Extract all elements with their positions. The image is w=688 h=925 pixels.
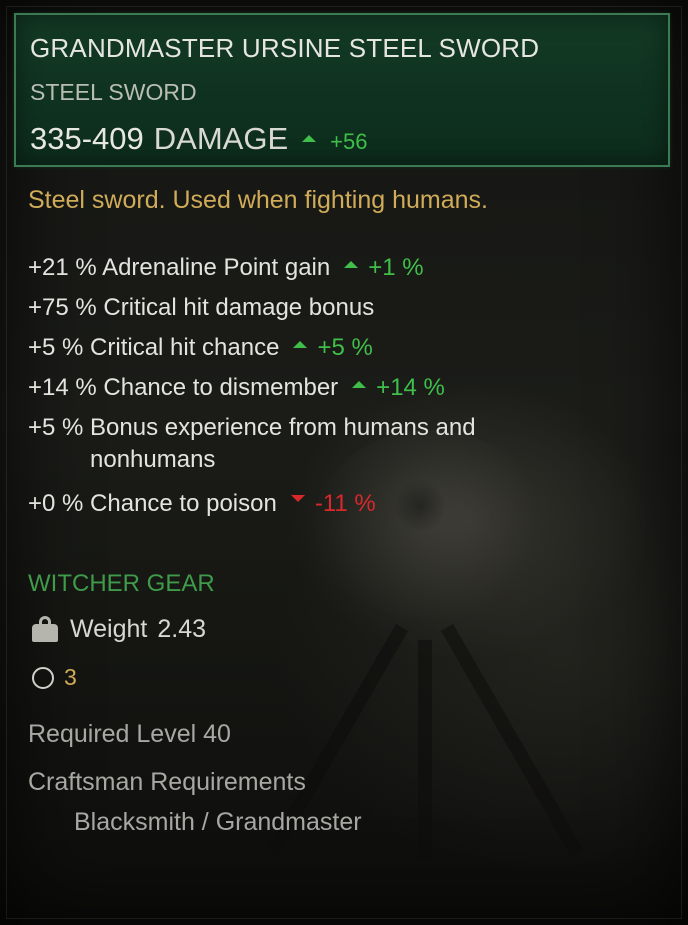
damage-label: DAMAGE [153, 121, 289, 156]
weight-row: Weight 2.43 [30, 614, 206, 644]
arrow-up-icon [352, 381, 367, 388]
arrow-up-icon [344, 261, 359, 268]
stat-text: +5 % Bonus experience from humans and [28, 414, 476, 441]
gear-type-label: WITCHER GEAR [28, 570, 215, 597]
stat-delta: +5 % [317, 334, 373, 361]
arrow-down-icon [290, 495, 305, 502]
stat-delta: -11 % [314, 490, 376, 517]
damage-delta: +56 [330, 129, 368, 154]
stat-text: +21 % Adrenaline Point gain [28, 254, 331, 281]
craftsman-requirements-value: Blacksmith / Grandmaster [74, 808, 362, 836]
craftsman-requirements-label: Craftsman Requirements [28, 768, 306, 796]
arrow-up-icon [302, 135, 317, 142]
stat-row: +21 % Adrenaline Point gain +1 % [28, 254, 476, 294]
slots-row: 3 [32, 664, 77, 691]
item-type: STEEL SWORD [30, 79, 197, 105]
stat-text: +5 % Critical hit chance [28, 334, 280, 361]
arrow-up-icon [293, 341, 308, 348]
stat-text: +14 % Chance to dismember [28, 374, 339, 401]
weight-icon [30, 614, 60, 644]
stat-list: +21 % Adrenaline Point gain +1 % +75 % C… [28, 254, 476, 530]
stat-row: +5 % Bonus experience from humans and no… [28, 414, 476, 490]
weight-label: Weight [70, 614, 148, 643]
stat-row: +75 % Critical hit damage bonus [28, 294, 476, 334]
required-level: Required Level 40 [28, 720, 231, 748]
stat-row: +14 % Chance to dismember +14 % [28, 374, 476, 414]
stat-delta: +1 % [368, 254, 424, 281]
item-tooltip: GRANDMASTER URSINE STEEL SWORD STEEL SWO… [0, 0, 688, 925]
stat-delta: +14 % [376, 374, 445, 401]
damage-row: 335-409 DAMAGE +56 [30, 121, 367, 157]
weight-value: 2.43 [157, 614, 207, 643]
stat-text-continued: nonhumans [90, 446, 216, 473]
stat-text: +0 % Chance to poison [28, 490, 277, 517]
item-header: GRANDMASTER URSINE STEEL SWORD STEEL SWO… [14, 13, 670, 167]
item-description: Steel sword. Used when fighting humans. [28, 186, 488, 214]
stat-text: +75 % Critical hit damage bonus [28, 294, 375, 321]
item-name: GRANDMASTER URSINE STEEL SWORD [30, 33, 540, 63]
damage-value: 335-409 [30, 121, 144, 156]
stat-row: +5 % Critical hit chance +5 % [28, 334, 476, 374]
slot-circle-icon [32, 666, 54, 689]
stat-row: +0 % Chance to poison -11 % [28, 490, 476, 530]
slot-count: 3 [64, 664, 77, 690]
